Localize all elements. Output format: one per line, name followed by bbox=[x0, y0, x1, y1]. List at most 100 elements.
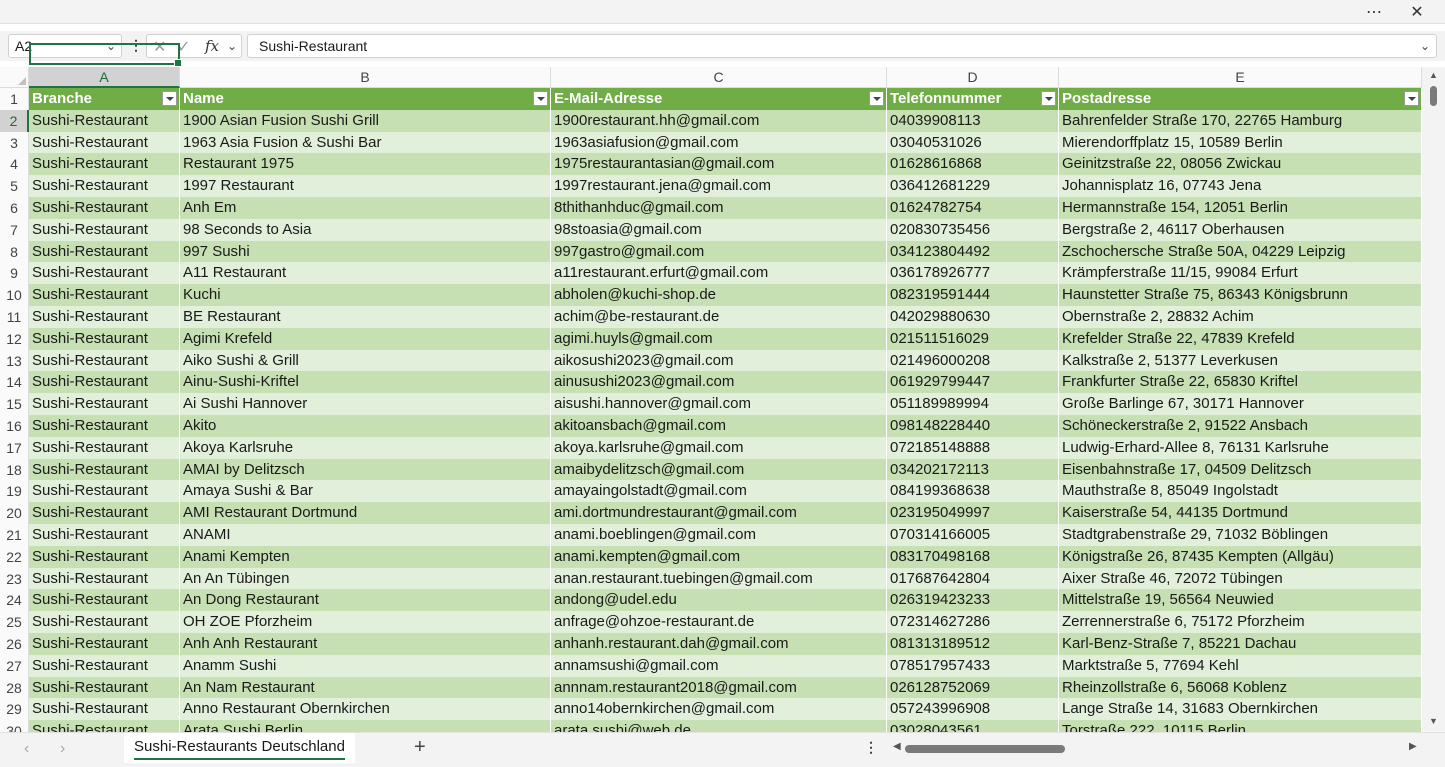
table-cell[interactable]: An An Tübingen bbox=[180, 567, 551, 590]
vertical-dots-icon[interactable]: ⋮ bbox=[129, 37, 143, 54]
row-header[interactable]: 15 bbox=[0, 393, 29, 415]
table-cell[interactable]: 01624782754 bbox=[887, 197, 1059, 219]
table-cell[interactable]: Königstraße 26, 87435 Kempten (Allgäu) bbox=[1059, 545, 1422, 568]
row-header[interactable]: 20 bbox=[0, 502, 29, 524]
name-box[interactable]: A2 ⌄ bbox=[8, 34, 122, 58]
table-cell[interactable]: Sushi-Restaurant bbox=[29, 175, 180, 197]
table-cell[interactable]: anan.restaurant.tuebingen@gmail.com bbox=[551, 567, 887, 590]
table-cell[interactable]: 034202172113 bbox=[887, 458, 1059, 481]
table-cell[interactable]: Krämpferstraße 11/15, 99084 Erfurt bbox=[1059, 262, 1422, 285]
table-cell[interactable]: 8thithanhduc@gmail.com bbox=[551, 197, 887, 219]
table-cell[interactable]: 051189989994 bbox=[887, 393, 1059, 415]
select-all-corner[interactable] bbox=[0, 67, 29, 88]
table-cell[interactable]: Geinitzstraße 22, 08056 Zwickau bbox=[1059, 153, 1422, 176]
row-header[interactable]: 5 bbox=[0, 175, 29, 197]
row-header[interactable]: 24 bbox=[0, 589, 29, 612]
row-header[interactable]: 3 bbox=[0, 131, 29, 154]
table-cell[interactable]: An Dong Restaurant bbox=[180, 589, 551, 612]
table-cell[interactable]: 98 Seconds to Asia bbox=[180, 218, 551, 241]
table-cell[interactable]: abholen@kuchi-shop.de bbox=[551, 284, 887, 306]
table-cell[interactable]: 034123804492 bbox=[887, 240, 1059, 263]
table-cell[interactable]: 057243996908 bbox=[887, 698, 1059, 721]
table-cell[interactable]: Sushi-Restaurant bbox=[29, 676, 180, 699]
row-header[interactable]: 7 bbox=[0, 218, 29, 241]
table-cell[interactable]: ainusushi2023@gmail.com bbox=[551, 371, 887, 394]
table-cell[interactable]: Sushi-Restaurant bbox=[29, 415, 180, 437]
row-header[interactable]: 18 bbox=[0, 458, 29, 481]
table-cell[interactable]: 1963asiafusion@gmail.com bbox=[551, 131, 887, 154]
expand-formula-icon[interactable]: ⌄ bbox=[1420, 35, 1430, 57]
table-cell[interactable]: akoya.karlsruhe@gmail.com bbox=[551, 436, 887, 459]
filter-dropdown-icon[interactable] bbox=[869, 91, 884, 106]
table-cell[interactable]: Agimi Krefeld bbox=[180, 327, 551, 350]
row-header[interactable]: 4 bbox=[0, 153, 29, 176]
table-cell[interactable]: 042029880630 bbox=[887, 306, 1059, 328]
table-cell[interactable]: Sushi-Restaurant bbox=[29, 131, 180, 154]
row-header[interactable]: 23 bbox=[0, 567, 29, 590]
vertical-scroll-thumb[interactable] bbox=[1430, 86, 1437, 106]
table-cell[interactable]: Bergstraße 2, 46117 Oberhausen bbox=[1059, 218, 1422, 241]
table-cell[interactable]: 997 Sushi bbox=[180, 240, 551, 263]
scroll-right-icon[interactable]: ▶ bbox=[1409, 741, 1417, 752]
table-cell[interactable]: Lange Straße 14, 31683 Obernkirchen bbox=[1059, 698, 1422, 721]
filter-dropdown-icon[interactable] bbox=[1404, 91, 1419, 106]
row-header[interactable]: 11 bbox=[0, 306, 29, 328]
table-cell[interactable]: 997gastro@gmail.com bbox=[551, 240, 887, 263]
scroll-up-icon[interactable]: ▲ bbox=[1422, 70, 1445, 80]
table-cell[interactable]: Sushi-Restaurant bbox=[29, 611, 180, 633]
table-cell[interactable]: aikosushi2023@gmail.com bbox=[551, 349, 887, 372]
table-cell[interactable]: anhanh.restaurant.dah@gmail.com bbox=[551, 633, 887, 655]
table-cell[interactable]: amaibydelitzsch@gmail.com bbox=[551, 458, 887, 481]
table-cell[interactable]: Sushi-Restaurant bbox=[29, 327, 180, 350]
table-cell[interactable]: akitoansbach@gmail.com bbox=[551, 415, 887, 437]
table-cell[interactable]: annamsushi@gmail.com bbox=[551, 654, 887, 677]
table-cell[interactable]: Frankfurter Straße 22, 65830 Kriftel bbox=[1059, 371, 1422, 394]
table-cell[interactable]: Mierendorffplatz 15, 10589 Berlin bbox=[1059, 131, 1422, 154]
column-header-d[interactable]: D bbox=[887, 67, 1059, 88]
row-header[interactable]: 27 bbox=[0, 654, 29, 677]
table-cell[interactable]: anno14obernkirchen@gmail.com bbox=[551, 698, 887, 721]
next-sheet-icon[interactable]: › bbox=[60, 740, 65, 758]
table-cell[interactable]: Marktstraße 5, 77694 Kehl bbox=[1059, 654, 1422, 677]
row-header[interactable]: 9 bbox=[0, 262, 29, 285]
table-cell[interactable]: 084199368638 bbox=[887, 480, 1059, 503]
table-cell[interactable]: Obernstraße 2, 28832 Achim bbox=[1059, 306, 1422, 328]
table-cell[interactable]: Sushi-Restaurant bbox=[29, 349, 180, 372]
table-cell[interactable]: Akito bbox=[180, 415, 551, 437]
filter-dropdown-icon[interactable] bbox=[1041, 91, 1056, 106]
row-header[interactable]: 12 bbox=[0, 327, 29, 350]
table-cell[interactable]: anami.kempten@gmail.com bbox=[551, 545, 887, 568]
table-cell[interactable]: Ainu-Sushi-Kriftel bbox=[180, 371, 551, 394]
chevron-down-icon[interactable]: ⌄ bbox=[227, 39, 237, 53]
row-header[interactable]: 21 bbox=[0, 524, 29, 546]
table-cell[interactable]: 026319423233 bbox=[887, 589, 1059, 612]
table-cell[interactable]: 1997restaurant.jena@gmail.com bbox=[551, 175, 887, 197]
table-cell[interactable]: Anamm Sushi bbox=[180, 654, 551, 677]
table-cell[interactable]: Mauthstraße 8, 85049 Ingolstadt bbox=[1059, 480, 1422, 503]
table-cell[interactable]: Haunstetter Straße 75, 86343 Königsbrunn bbox=[1059, 284, 1422, 306]
table-cell[interactable]: OH ZOE Pforzheim bbox=[180, 611, 551, 633]
table-cell[interactable]: Amaya Sushi & Bar bbox=[180, 480, 551, 503]
scroll-down-icon[interactable]: ▼ bbox=[1422, 716, 1445, 726]
row-header[interactable]: 30 bbox=[0, 720, 29, 732]
table-cell[interactable]: Sushi-Restaurant bbox=[29, 197, 180, 219]
table-cell[interactable]: Sushi-Restaurant bbox=[29, 458, 180, 481]
table-cell[interactable]: Zschochersche Straße 50A, 04229 Leipzig bbox=[1059, 240, 1422, 263]
table-cell[interactable]: 1963 Asia Fusion & Sushi Bar bbox=[180, 131, 551, 154]
table-cell[interactable]: Anno Restaurant Obernkirchen bbox=[180, 698, 551, 721]
table-cell[interactable]: 082319591444 bbox=[887, 284, 1059, 306]
table-cell[interactable]: Sushi-Restaurant bbox=[29, 545, 180, 568]
table-cell[interactable]: 026128752069 bbox=[887, 676, 1059, 699]
table-cell[interactable]: a11restaurant.erfurt@gmail.com bbox=[551, 262, 887, 285]
table-cell[interactable]: Aixer Straße 46, 72072 Tübingen bbox=[1059, 567, 1422, 590]
table-cell[interactable]: Eisenbahnstraße 17, 04509 Delitzsch bbox=[1059, 458, 1422, 481]
table-cell[interactable]: Kalkstraße 2, 51377 Leverkusen bbox=[1059, 349, 1422, 372]
table-cell[interactable]: anami.boeblingen@gmail.com bbox=[551, 524, 887, 546]
table-cell[interactable]: Sushi-Restaurant bbox=[29, 633, 180, 655]
row-header[interactable]: 16 bbox=[0, 415, 29, 437]
row-header[interactable]: 19 bbox=[0, 480, 29, 503]
table-cell[interactable]: AMAI by Delitzsch bbox=[180, 458, 551, 481]
table-cell[interactable]: 1900 Asian Fusion Sushi Grill bbox=[180, 109, 551, 132]
table-cell[interactable]: Rheinzollstraße 6, 56068 Koblenz bbox=[1059, 676, 1422, 699]
table-cell[interactable]: ANAMI bbox=[180, 524, 551, 546]
